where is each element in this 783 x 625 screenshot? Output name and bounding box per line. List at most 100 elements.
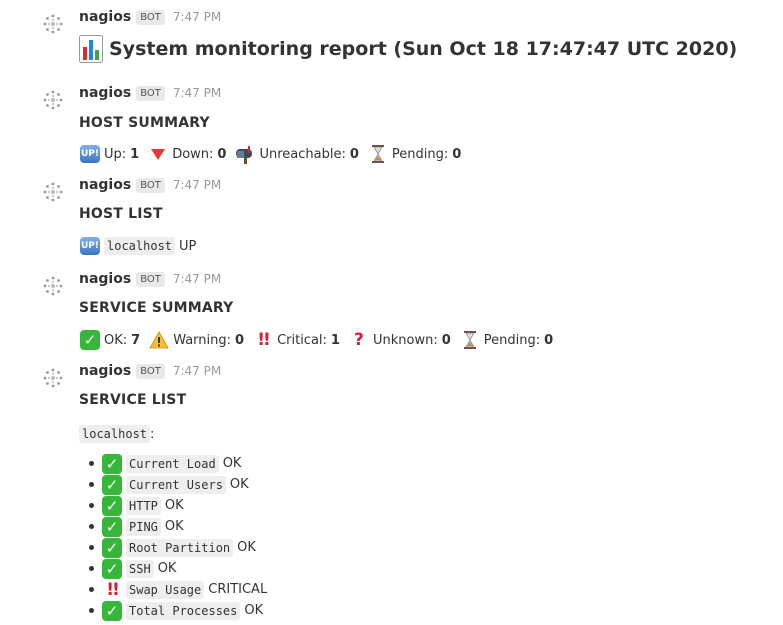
down-triangle-icon — [147, 144, 169, 164]
warning-label: Warning: — [173, 332, 232, 348]
colon: : — [150, 426, 155, 442]
check-mark-icon: ✓ — [101, 516, 123, 537]
service-list-item: ✓ Root Partition OK — [79, 537, 267, 558]
check-mark-icon: ✓ — [79, 330, 101, 350]
pending-value: 0 — [544, 332, 554, 348]
down-value: 0 — [217, 146, 227, 162]
mailbox-icon — [234, 144, 256, 164]
service-list-item: ✓ SSH OK — [79, 558, 267, 579]
bot-badge: BOT — [136, 363, 165, 379]
sender-name[interactable]: nagios — [79, 363, 131, 379]
up-icon: UP! — [79, 236, 101, 256]
sender-name[interactable]: nagios — [79, 9, 131, 25]
critical-value: 1 — [330, 332, 340, 348]
bot-badge: BOT — [136, 271, 165, 287]
service-host-line: localhost: — [79, 425, 154, 443]
ok-value: 7 — [131, 332, 141, 348]
bullet-dot — [89, 503, 94, 508]
service-status: OK — [222, 456, 242, 471]
bullet-dot — [89, 587, 94, 592]
bot-avatar-icon[interactable] — [42, 89, 64, 111]
section-heading: SERVICE SUMMARY — [79, 300, 234, 316]
service-status: OK — [244, 603, 264, 618]
host-status: UP — [179, 238, 197, 254]
check-mark-icon: ✓ — [101, 474, 123, 495]
bullet-dot — [89, 524, 94, 529]
up-icon: UP! — [79, 144, 101, 164]
up-label: Up: — [104, 146, 127, 162]
bot-avatar-icon[interactable] — [42, 367, 64, 389]
timestamp[interactable]: 7:47 PM — [173, 178, 221, 192]
bullet-dot — [89, 482, 94, 487]
section-heading: SERVICE LIST — [79, 392, 187, 408]
timestamp[interactable]: 7:47 PM — [173, 10, 221, 24]
warning-value: 0 — [235, 332, 245, 348]
service-name-code: Total Processes — [126, 601, 241, 620]
service-name-code: Current Users — [126, 475, 226, 494]
service-status: OK — [164, 519, 184, 534]
service-list-item: ✓ Current Users OK — [79, 474, 267, 495]
bot-avatar-icon[interactable] — [42, 181, 64, 203]
question-icon: ? — [354, 330, 364, 350]
bot-badge: BOT — [136, 85, 165, 101]
unreachable-label: Unreachable: — [259, 146, 346, 162]
service-name-code: HTTP — [126, 496, 161, 515]
service-list-item: !! Swap Usage CRITICAL — [79, 579, 267, 600]
section-heading: HOST LIST — [79, 206, 163, 222]
timestamp[interactable]: 7:47 PM — [173, 272, 221, 286]
service-list: ✓ Current Load OK ✓ Current Users OK ✓ HTTP OK ✓ P… — [79, 453, 267, 621]
check-mark-icon: ✓ — [101, 495, 123, 516]
service-list-item: ✓ PING OK — [79, 516, 267, 537]
service-list-item: ✓ Current Load OK — [79, 453, 267, 474]
service-name-code: Current Load — [126, 454, 219, 473]
sender-name[interactable]: nagios — [79, 271, 131, 287]
sender-name[interactable]: nagios — [79, 177, 131, 193]
service-status: OK — [229, 477, 249, 492]
bot-avatar-icon[interactable] — [42, 275, 64, 297]
check-mark-icon: ✓ — [101, 558, 123, 579]
check-mark-icon: ✓ — [101, 537, 123, 558]
unknown-value: 0 — [441, 332, 451, 348]
service-status: OK — [237, 540, 256, 555]
down-label: Down: — [172, 146, 214, 162]
critical-label: Critical: — [277, 332, 327, 348]
bot-badge: BOT — [136, 177, 165, 193]
section-heading: HOST SUMMARY — [79, 115, 210, 131]
pending-label: Pending: — [391, 146, 449, 162]
service-list-item: ✓ HTTP OK — [79, 495, 267, 516]
double-exclamation-icon: !! — [106, 579, 119, 600]
timestamp[interactable]: 7:47 PM — [173, 364, 221, 378]
check-mark-icon: ✓ — [101, 600, 123, 621]
service-status: CRITICAL — [208, 582, 268, 597]
service-status: OK — [157, 561, 177, 576]
service-name-code: PING — [126, 517, 161, 536]
double-exclamation-icon: !! — [257, 330, 270, 350]
check-mark-icon: ✓ — [101, 453, 123, 474]
bullet-dot — [89, 545, 94, 550]
bot-badge: BOT — [136, 9, 165, 25]
host-row: UP! localhost UP — [79, 236, 196, 256]
timestamp[interactable]: 7:47 PM — [173, 86, 221, 100]
report-title: System monitoring report (Sun Oct 18 17:… — [109, 38, 738, 60]
service-status: OK — [164, 498, 184, 513]
service-list-item: ✓ Total Processes OK — [79, 600, 267, 621]
service-name-code: Swap Usage — [126, 580, 205, 599]
bullet-dot — [89, 566, 94, 571]
host-summary-row: UP! Up: 1 Down: 0 Unreachable: 0 Pending… — [79, 144, 469, 164]
host-name-code: localhost — [104, 237, 176, 255]
sender-name[interactable]: nagios — [79, 85, 131, 101]
pending-value: 0 — [452, 146, 462, 162]
host-name-code: localhost — [79, 425, 151, 443]
ok-label: OK: — [104, 332, 128, 348]
unreachable-value: 0 — [349, 146, 359, 162]
hourglass-icon — [367, 144, 389, 164]
service-summary-row: ✓ OK: 7 Warning: 0 !! Critical: 1 ? Unkn… — [79, 330, 561, 350]
up-value: 1 — [130, 146, 140, 162]
service-name-code: Root Partition — [126, 538, 234, 557]
warning-icon — [148, 330, 170, 350]
bot-avatar-icon[interactable] — [42, 13, 64, 35]
bullet-dot — [89, 461, 94, 466]
bullet-dot — [89, 608, 94, 613]
bar-chart-icon — [79, 35, 103, 63]
pending-label: Pending: — [483, 332, 541, 348]
